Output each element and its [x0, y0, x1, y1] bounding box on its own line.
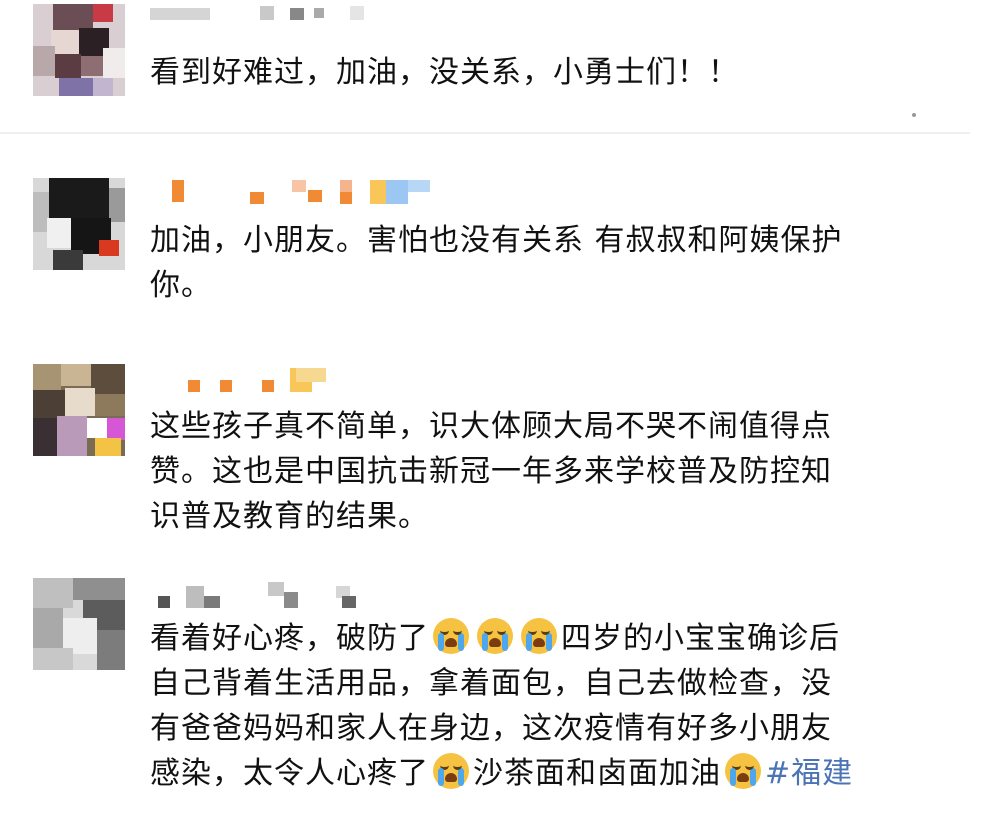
loudly-crying-face-icon [433, 618, 469, 654]
comment-text: 看着好心疼，破防了 四岁的小宝宝确诊后 自己背着生活用品，拿着面包，自己去做检查，… [150, 616, 940, 796]
comment-text-line: 你。 [150, 268, 212, 303]
comment-item: 看着好心疼，破防了 四岁的小宝宝确诊后 自己背着生活用品，拿着面包，自己去做检查，… [0, 572, 987, 822]
comment-text-line: 感染，太令人心疼了 沙茶面和卤面加油 #福建 [150, 751, 940, 796]
comment-text-segment: 感染，太令人心疼了 [150, 756, 429, 791]
loudly-crying-face-icon [477, 618, 513, 654]
comment-text: 加油，小朋友。害怕也没有关系 有叔叔和阿姨保护 你。 [150, 218, 940, 308]
username-pixelated[interactable] [150, 582, 380, 608]
comment-text: 这些孩子真不简单，识大体顾大局不哭不闹值得点 赞。这也是中国抗击新冠一年多来学校… [150, 404, 940, 539]
user-avatar[interactable] [33, 178, 125, 270]
comment-text-line: 有爸爸妈妈和家人在身边，这次疫情有好多小朋友 [150, 711, 832, 746]
comment-text-line: 自己背着生活用品，拿着面包，自己去做检查，没 [150, 666, 832, 701]
more-indicator [912, 113, 916, 117]
comment-text-line: 加油，小朋友。害怕也没有关系 有叔叔和阿姨保护 [150, 223, 843, 258]
hashtag-link[interactable]: #福建 [765, 756, 853, 791]
loudly-crying-face-icon [725, 753, 761, 789]
comment-text-line: 看着好心疼，破防了 四岁的小宝宝确诊后 [150, 616, 940, 661]
comment-item: 加油，小朋友。害怕也没有关系 有叔叔和阿姨保护 你。 [0, 134, 987, 344]
username-pixelated[interactable] [150, 368, 350, 392]
comment-text-segment: 四岁的小宝宝确诊后 [561, 621, 840, 656]
comment-text-line: 赞。这也是中国抗击新冠一年多来学校普及防控知 [150, 454, 832, 489]
comment-text-line: 识普及教育的结果。 [150, 499, 429, 534]
comment-text-segment: 看着好心疼，破防了 [150, 621, 429, 656]
comment-item: 看到好难过，加油，没关系，小勇士们！！ [0, 0, 987, 134]
comment-text: 看到好难过，加油，没关系，小勇士们！！ [150, 50, 940, 95]
user-avatar[interactable] [33, 578, 125, 670]
comment-text-line: 看到好难过，加油，没关系，小勇士们！！ [150, 55, 739, 90]
comment-text-segment: 沙茶面和卤面加油 [473, 756, 721, 791]
comment-text-line: 这些孩子真不简单，识大体顾大局不哭不闹值得点 [150, 409, 832, 444]
loudly-crying-face-icon [521, 618, 557, 654]
comment-item: 这些孩子真不简单，识大体顾大局不哭不闹值得点 赞。这也是中国抗击新冠一年多来学校… [0, 344, 987, 572]
username-pixelated[interactable] [150, 180, 440, 204]
loudly-crying-face-icon [433, 753, 469, 789]
user-avatar[interactable] [33, 4, 125, 96]
user-avatar[interactable] [33, 364, 125, 456]
username-pixelated[interactable] [150, 0, 370, 24]
